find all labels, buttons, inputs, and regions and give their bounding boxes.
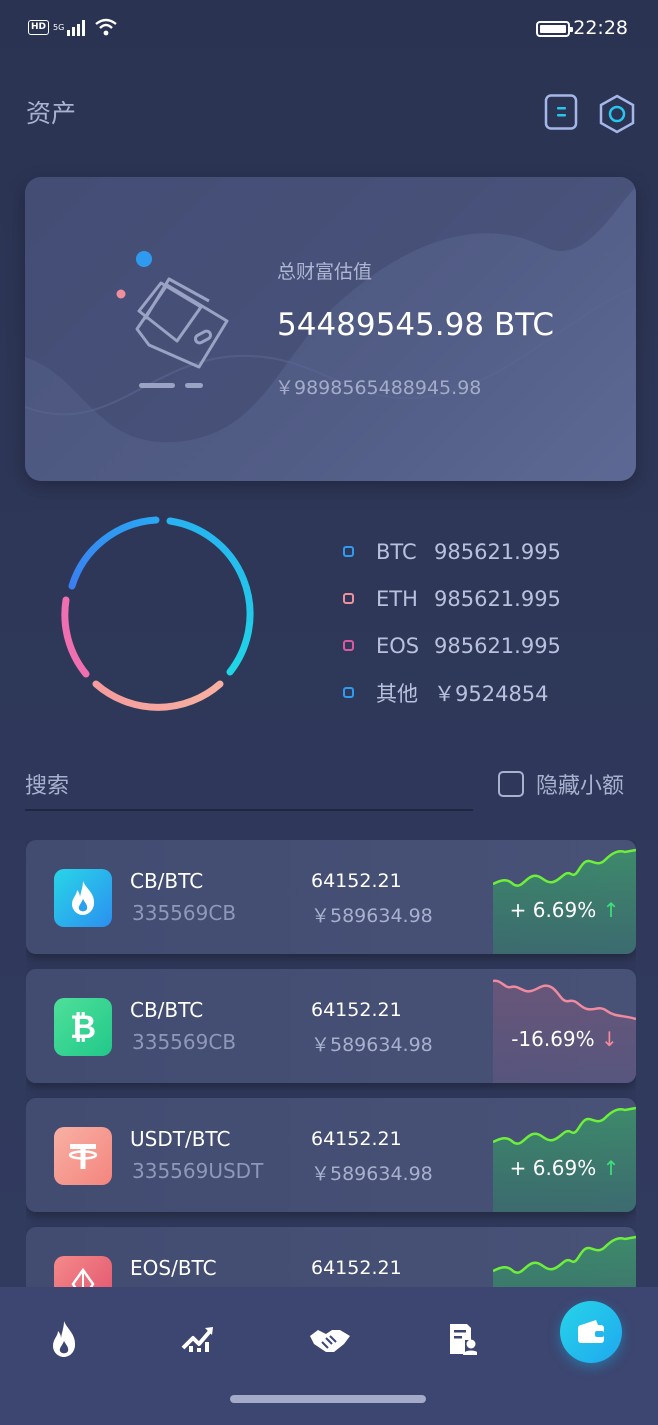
donut-segment-btc	[166, 517, 254, 676]
asset-price-cny: ￥589634.98	[311, 1163, 433, 1185]
search-input[interactable]: 搜索	[25, 768, 69, 800]
total-wealth-label: 总财富估值	[277, 261, 373, 283]
legend-value: 985621.995	[434, 633, 561, 658]
clock: 22:28	[573, 17, 628, 39]
tether-icon	[54, 1127, 112, 1185]
arrow-up-icon: ↑	[602, 1156, 620, 1180]
asset-row[interactable]: ₿ CB/BTC 335569CB 64152.21 ￥589634.98 -1…	[26, 969, 636, 1083]
search-underline	[25, 809, 473, 811]
asset-change: + 6.69% ↑	[493, 898, 636, 922]
legend-name: 其他	[376, 681, 418, 706]
asset-row[interactable]: CB/BTC 335569CB 64152.21 ￥589634.98 + 6.…	[26, 840, 636, 954]
sparkline-down	[493, 979, 636, 1083]
legend-item: BTC 985621.995	[340, 528, 561, 575]
wallet-illustration-icon	[116, 251, 229, 388]
chart-up-icon	[181, 1327, 213, 1352]
nav-assets[interactable]	[560, 1301, 622, 1363]
asset-amount: 335569CB	[132, 1030, 237, 1054]
hide-small-toggle[interactable]: 隐藏小额	[498, 768, 624, 800]
signal-icon	[67, 20, 86, 36]
status-icons: HD 5G	[28, 18, 118, 36]
asset-row[interactable]: USDT/BTC 335569USDT 64152.21 ￥589634.98 …	[26, 1098, 636, 1212]
nav-home[interactable]	[34, 1309, 94, 1369]
home-indicator[interactable]	[230, 1395, 426, 1403]
status-bar: HD 5G 22:28	[0, 0, 658, 58]
wifi-icon	[95, 18, 118, 36]
legend-marker	[343, 687, 354, 698]
asset-price: 64152.21	[311, 1128, 402, 1150]
battery-icon	[536, 21, 573, 37]
sparkline-up	[493, 1235, 636, 1288]
legend-value: 985621.995	[434, 586, 561, 611]
settings-button[interactable]	[598, 94, 635, 134]
arrow-down-icon: ↓	[601, 1027, 618, 1051]
flame-icon	[53, 1321, 76, 1357]
asset-pair: USDT/BTC	[130, 1127, 231, 1151]
bitcoin-icon: ₿	[54, 998, 112, 1056]
asset-amount: 335569CB	[132, 901, 237, 925]
network-label: 5G	[53, 22, 65, 32]
change-value: -16.69%	[511, 1027, 595, 1051]
total-btc-value: 54489545.98 BTC	[277, 307, 554, 343]
list-icon	[544, 94, 578, 130]
flame-icon	[54, 869, 112, 927]
legend-name: EOS	[376, 633, 420, 658]
legend-marker	[343, 546, 354, 557]
distribution-legend: BTC 985621.995 ETH 985621.995 EOS 985621…	[340, 528, 561, 716]
eos-icon	[54, 1256, 112, 1288]
donut-segment-eth	[92, 680, 224, 711]
report-icon	[450, 1324, 477, 1355]
total-cny-value: ￥9898565488945.98	[275, 377, 482, 399]
bottom-nav	[0, 1287, 658, 1425]
asset-distribution-donut	[61, 516, 254, 711]
legend-value: ￥9524854	[434, 681, 549, 706]
asset-list[interactable]: CB/BTC 335569CB 64152.21 ￥589634.98 + 6.…	[26, 840, 636, 1288]
legend-name: ETH	[376, 586, 418, 611]
sparkline-up	[493, 1106, 636, 1212]
asset-row[interactable]: EOS/BTC 64152.21	[26, 1227, 636, 1288]
legend-name: BTC	[376, 539, 417, 564]
asset-amount: 335569USDT	[132, 1159, 264, 1183]
legend-marker	[343, 640, 354, 651]
legend-marker	[343, 593, 354, 604]
wallet-icon	[578, 1320, 604, 1343]
nav-market[interactable]	[168, 1309, 228, 1369]
asset-pair: CB/BTC	[130, 869, 204, 893]
asset-price: 64152.21	[311, 870, 402, 892]
asset-price-cny: ￥589634.98	[311, 1034, 433, 1056]
menu-button[interactable]	[544, 94, 580, 130]
change-value: + 6.69%	[509, 898, 597, 922]
hexagon-settings-icon	[599, 94, 635, 134]
asset-price-cny: ￥589634.98	[311, 905, 433, 927]
legend-item: ETH 985621.995	[340, 575, 561, 622]
legend-value: 985621.995	[434, 539, 561, 564]
asset-price: 64152.21	[311, 999, 402, 1021]
donut-segment-other	[68, 516, 160, 590]
arrow-up-icon: ↑	[602, 898, 620, 922]
handshake-icon	[310, 1330, 350, 1352]
hide-small-checkbox[interactable]	[498, 771, 524, 797]
hd-badge: HD	[28, 19, 50, 35]
donut-segment-eos	[61, 596, 90, 678]
page-title: 资产	[26, 99, 77, 128]
nav-trade[interactable]	[300, 1309, 360, 1369]
sparkline-up	[493, 848, 636, 954]
asset-price: 64152.21	[311, 1257, 402, 1279]
hide-small-label: 隐藏小额	[536, 774, 625, 799]
asset-pair: CB/BTC	[130, 998, 204, 1022]
total-wealth-card: 总财富估值 54489545.98 BTC ￥9898565488945.98	[25, 177, 636, 481]
nav-orders[interactable]	[432, 1309, 492, 1369]
asset-change: -16.69% ↓	[493, 1027, 636, 1051]
change-value: + 6.69%	[509, 1156, 597, 1180]
legend-item: EOS 985621.995	[340, 622, 561, 669]
asset-change: + 6.69% ↑	[493, 1156, 636, 1180]
legend-item: 其他 ￥9524854	[340, 669, 561, 716]
asset-pair: EOS/BTC	[130, 1256, 217, 1280]
